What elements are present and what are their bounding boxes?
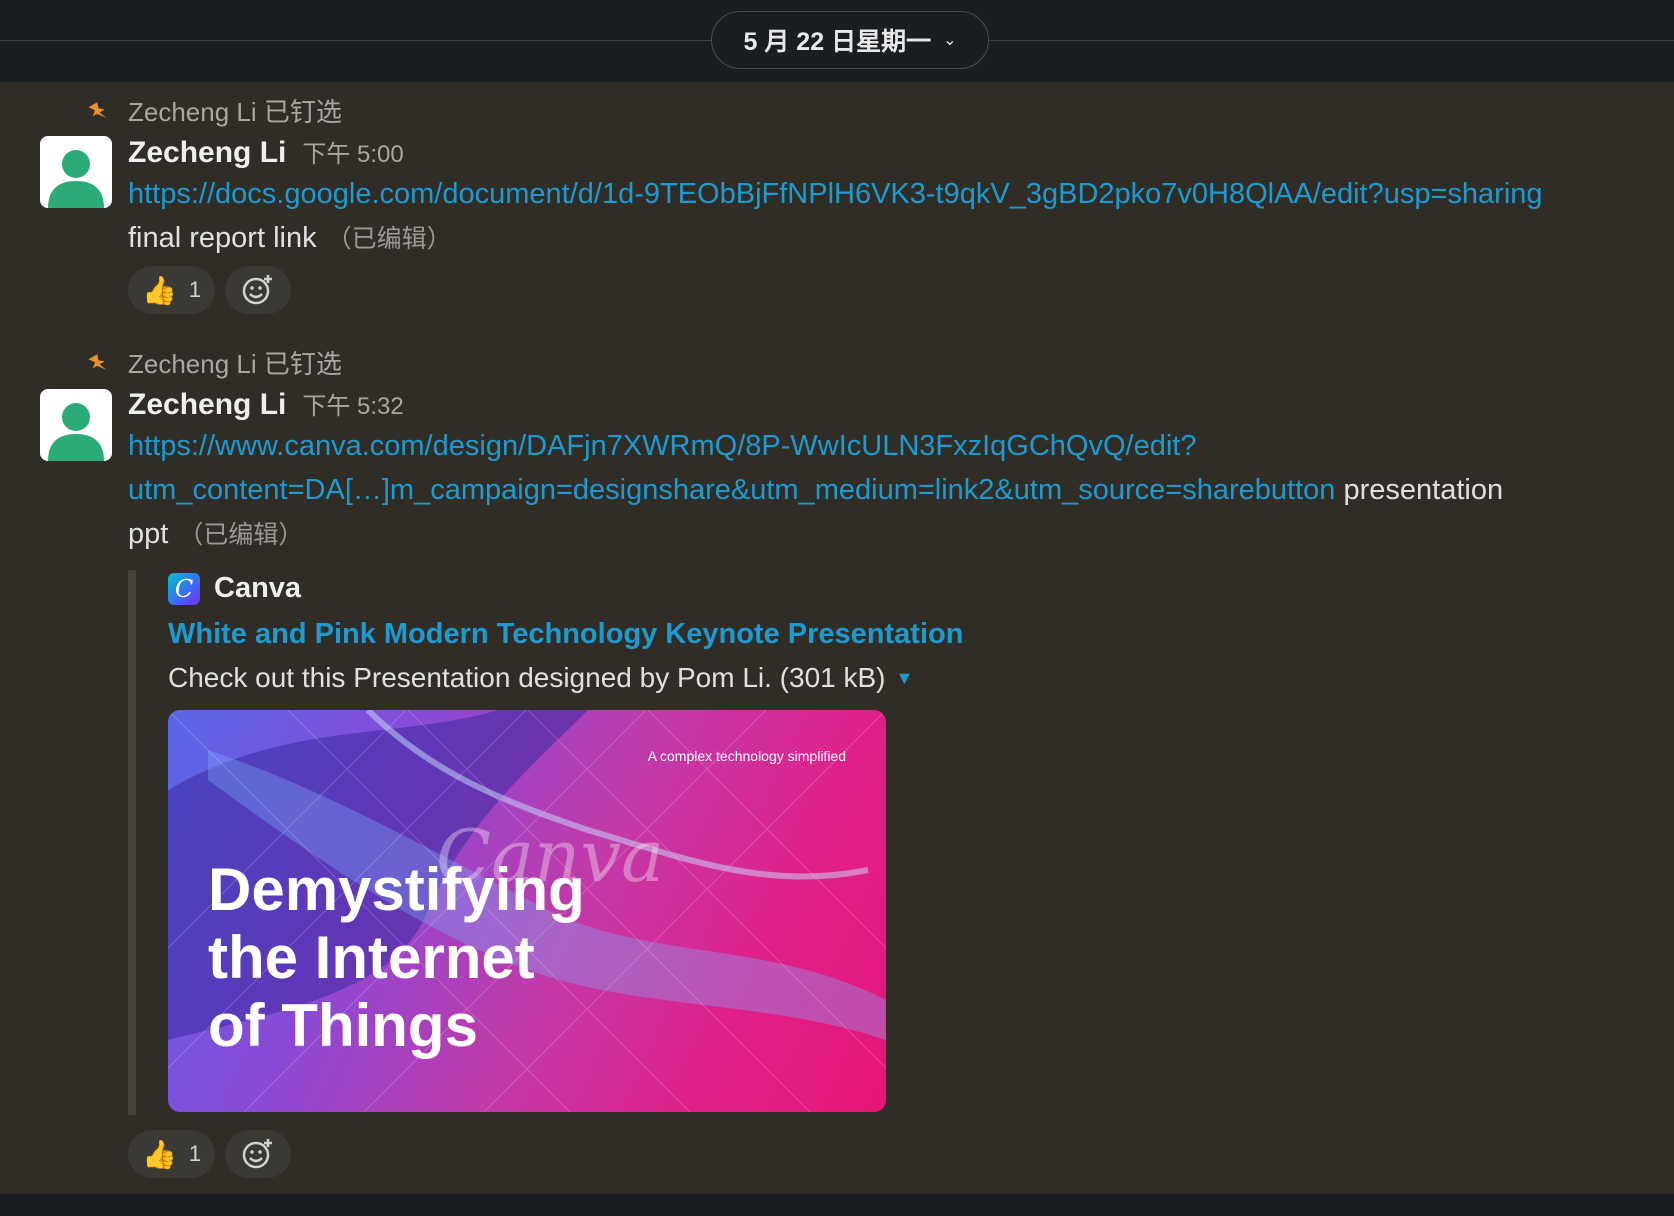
- google-docs-link[interactable]: https://docs.google.com/document/d/1d-9T…: [128, 178, 1543, 210]
- message-line: utm_content=DA[…]m_campaign=designshare&…: [128, 468, 1503, 512]
- chevron-down-icon: ⌄: [943, 32, 957, 49]
- preview-description: Check out this Presentation designed by …: [168, 662, 913, 694]
- date-divider-bar: 5 月 22 日星期一 ⌄: [0, 0, 1674, 82]
- message-line: ppt （已编辑）: [128, 512, 303, 557]
- add-reaction-button[interactable]: [225, 1130, 292, 1178]
- message-text: ppt: [128, 518, 169, 550]
- author-name[interactable]: Zecheng Li: [128, 388, 286, 422]
- pinned-indicator: Zecheng Li 已钉选: [88, 92, 342, 129]
- collapse-caret-icon[interactable]: ▼: [896, 668, 914, 689]
- pinned-indicator: Zecheng Li 已钉选: [88, 344, 342, 381]
- author-name[interactable]: Zecheng Li: [128, 136, 286, 170]
- message-header: Zecheng Li 下午 5:32: [128, 386, 404, 422]
- edited-marker: （已编辑）: [178, 521, 304, 549]
- thumbs-up-icon: 👍: [142, 1138, 177, 1170]
- add-emoji-icon: [242, 1139, 273, 1169]
- date-label: 5 月 22 日星期一: [743, 28, 932, 56]
- thumbs-up-reaction[interactable]: 👍 1: [128, 1130, 216, 1178]
- user-silhouette-icon: [48, 403, 104, 461]
- avatar[interactable]: [40, 136, 112, 208]
- preview-thumbnail[interactable]: Canva A complex technology simplified De…: [168, 710, 886, 1112]
- thumbs-up-icon: 👍: [142, 274, 177, 306]
- timestamp[interactable]: 下午 5:00: [302, 134, 403, 169]
- thumbnail-tagline: A complex technology simplified: [647, 748, 846, 764]
- timestamp[interactable]: 下午 5:32: [302, 386, 403, 421]
- message-text: presentation: [1335, 474, 1504, 506]
- message-line: https://www.canva.com/design/DAFjn7XWRmQ…: [128, 424, 1196, 468]
- reactions-bar: 👍 1: [128, 266, 292, 314]
- pinned-by-text: Zecheng Li 已钉选: [128, 349, 342, 379]
- pin-icon: [88, 353, 107, 370]
- message-line: https://docs.google.com/document/d/1d-9T…: [128, 172, 1543, 216]
- pinned-by-text: Zecheng Li 已钉选: [128, 97, 342, 127]
- thumbs-up-reaction[interactable]: 👍 1: [128, 266, 216, 314]
- canva-link-line1[interactable]: https://www.canva.com/design/DAFjn7XWRmQ…: [128, 430, 1196, 462]
- add-emoji-icon: [242, 275, 273, 305]
- message-text: final report link: [128, 222, 317, 254]
- add-reaction-button[interactable]: [225, 266, 292, 314]
- thumbnail-title: Demystifying the Internet of Things: [208, 856, 585, 1059]
- preview-source: C Canva: [168, 572, 301, 605]
- reaction-count: 1: [188, 1141, 202, 1166]
- bottom-edge: [0, 1194, 1674, 1216]
- reactions-bar: 👍 1: [128, 1130, 292, 1178]
- link-preview: C Canva White and Pink Modern Technology…: [128, 570, 963, 1115]
- preview-source-name: Canva: [214, 572, 302, 604]
- user-silhouette-icon: [48, 150, 104, 208]
- reaction-count: 1: [188, 277, 202, 302]
- message-header: Zecheng Li 下午 5:00: [128, 134, 404, 170]
- message-line: final report link （已编辑）: [128, 216, 452, 261]
- pin-icon: [88, 101, 107, 118]
- date-jump-button[interactable]: 5 月 22 日星期一 ⌄: [711, 11, 989, 69]
- preview-description-text: Check out this Presentation designed by …: [168, 662, 886, 693]
- canva-link-line2[interactable]: utm_content=DA[…]m_campaign=designshare&…: [128, 474, 1335, 506]
- canva-logo-icon: C: [168, 572, 200, 605]
- preview-title-link[interactable]: White and Pink Modern Technology Keynote…: [168, 618, 963, 651]
- edited-marker: （已编辑）: [326, 225, 452, 253]
- avatar[interactable]: [40, 389, 112, 461]
